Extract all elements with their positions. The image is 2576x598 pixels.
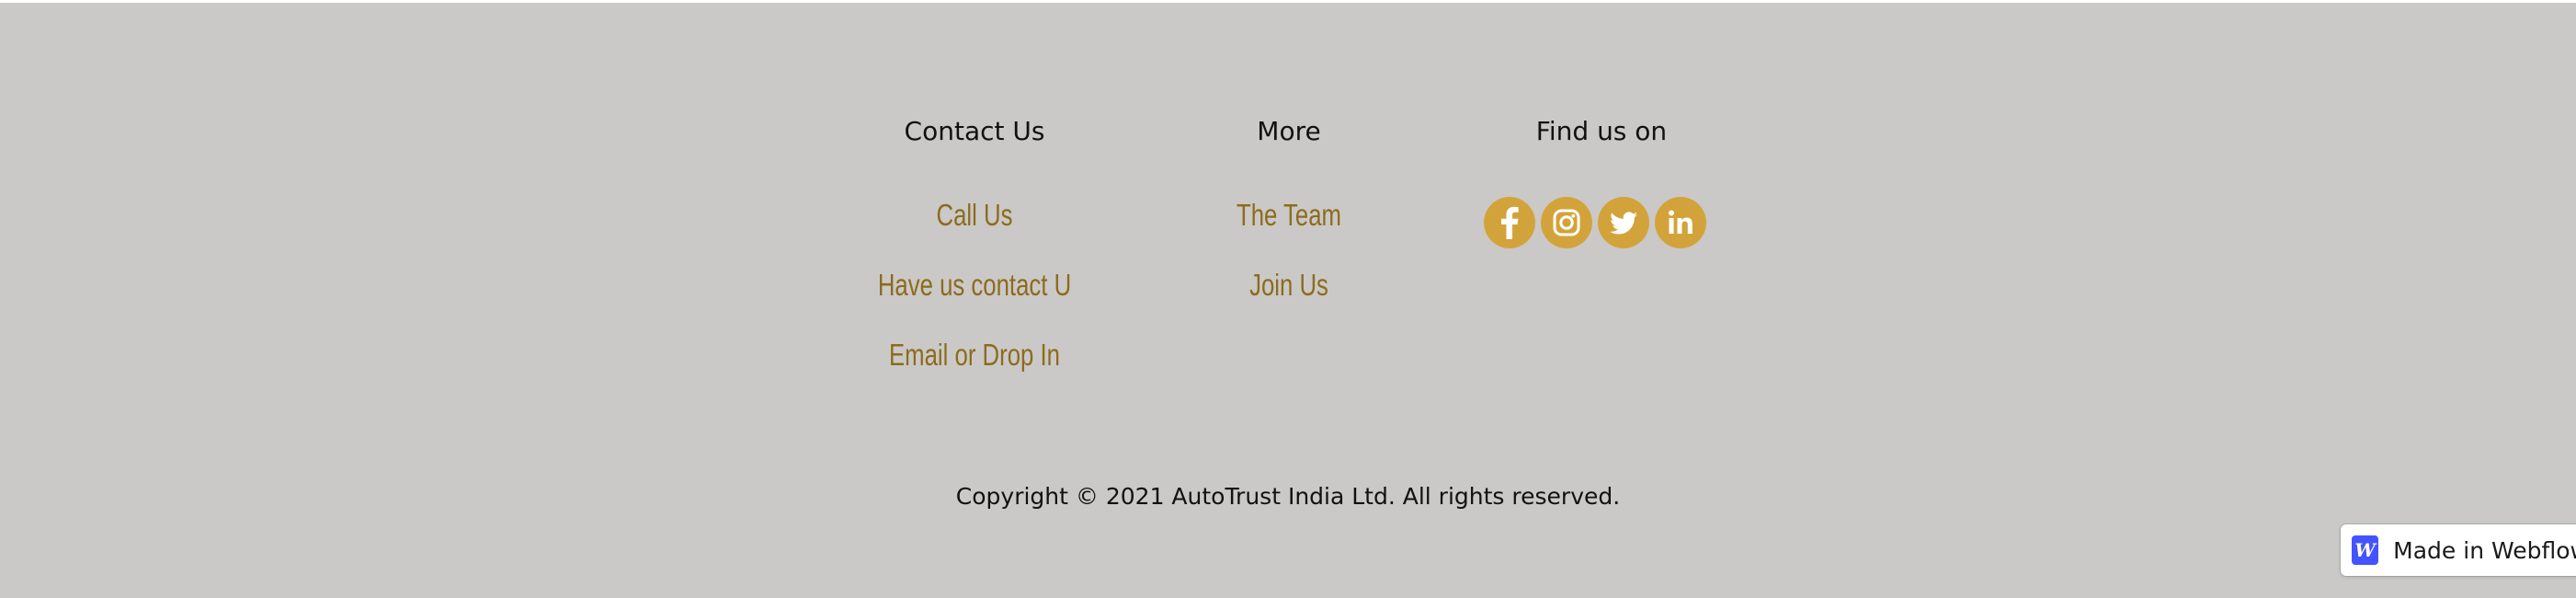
call-us-link[interactable]: Call Us [874,197,1075,234]
twitter-icon[interactable] [1598,197,1649,248]
instagram-icon[interactable] [1541,197,1592,248]
webflow-badge-label: Made in Webflow [2393,536,2576,564]
copyright-text: Copyright © 2021 AutoTrust India Ltd. Al… [955,483,1621,510]
social-icons [1484,197,1706,248]
webflow-logo-icon: W [2352,535,2379,565]
more-heading: More [1257,116,1321,146]
have-us-contact-link[interactable]: Have us contact U [874,267,1075,304]
email-or-drop-in-link[interactable]: Email or Drop In [874,337,1075,374]
made-in-webflow-badge[interactable]: W Made in Webflow [2341,524,2576,576]
social-heading: Find us on [1535,116,1668,146]
contact-heading: Contact Us [904,116,1045,146]
linkedin-icon[interactable] [1655,197,1706,248]
the-team-link[interactable]: The Team [1189,197,1389,234]
top-divider [0,0,2576,3]
facebook-icon[interactable] [1484,197,1535,248]
join-us-link[interactable]: Join Us [1189,267,1389,304]
